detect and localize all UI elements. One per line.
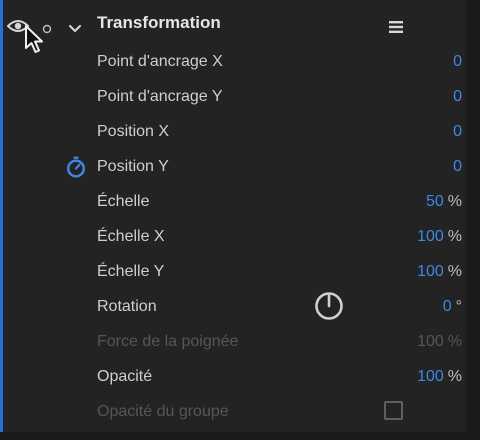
property-value: 100% <box>417 333 462 350</box>
property-label: Échelle X <box>97 228 165 245</box>
menu-icon[interactable] <box>389 20 403 39</box>
property-row-position-y: Position Y 0 <box>3 149 466 184</box>
property-row-position-x: Position X 0 <box>3 114 466 149</box>
transformation-header: Transformation <box>3 5 466 40</box>
property-row-opacity: Opacité 100% <box>3 359 466 394</box>
property-row-anchor-y: Point d'ancrage Y 0 <box>3 79 466 114</box>
section-title: Transformation <box>97 13 221 32</box>
property-value[interactable]: 0 <box>453 44 462 79</box>
property-value[interactable]: 0 <box>453 114 462 149</box>
rotation-dial-icon[interactable] <box>313 290 345 327</box>
property-label: Rotation <box>97 298 157 315</box>
property-label: Échelle <box>97 193 150 210</box>
property-value[interactable]: 50% <box>426 184 462 219</box>
property-label: Opacité du groupe <box>97 403 229 420</box>
property-row-anchor-x: Point d'ancrage X 0 <box>3 44 466 79</box>
property-label: Échelle Y <box>97 263 165 280</box>
panel-bottom-edge <box>0 432 480 440</box>
effect-controls-panel: Transformation Point d'ancrage X 0 Point… <box>0 0 480 440</box>
property-label: Point d'ancrage X <box>97 53 223 70</box>
property-row-handle-strength: Force de la poignée 100% <box>3 324 466 359</box>
group-opacity-checkbox <box>384 401 403 420</box>
property-label: Position Y <box>97 158 169 175</box>
property-label: Opacité <box>97 368 153 385</box>
property-row-scale-x: Échelle X 100% <box>3 219 466 254</box>
property-label: Point d'ancrage Y <box>97 88 223 105</box>
stopwatch-icon[interactable] <box>66 156 86 183</box>
chevron-down-icon[interactable] <box>68 21 82 39</box>
property-value[interactable]: 100% <box>417 254 462 289</box>
property-row-scale-y: Échelle Y 100% <box>3 254 466 289</box>
property-value[interactable]: 100% <box>417 359 462 394</box>
property-value[interactable]: 100% <box>417 219 462 254</box>
property-label: Force de la poignée <box>97 333 239 350</box>
property-value[interactable]: 0 <box>453 149 462 184</box>
property-label: Position X <box>97 123 170 140</box>
property-value[interactable]: 0 ° <box>443 289 462 324</box>
panel-edge <box>466 0 480 440</box>
property-row-scale: Échelle 50% <box>3 184 466 219</box>
property-value[interactable]: 0 <box>453 79 462 114</box>
property-row-rotation: Rotation 0 ° <box>3 289 466 324</box>
